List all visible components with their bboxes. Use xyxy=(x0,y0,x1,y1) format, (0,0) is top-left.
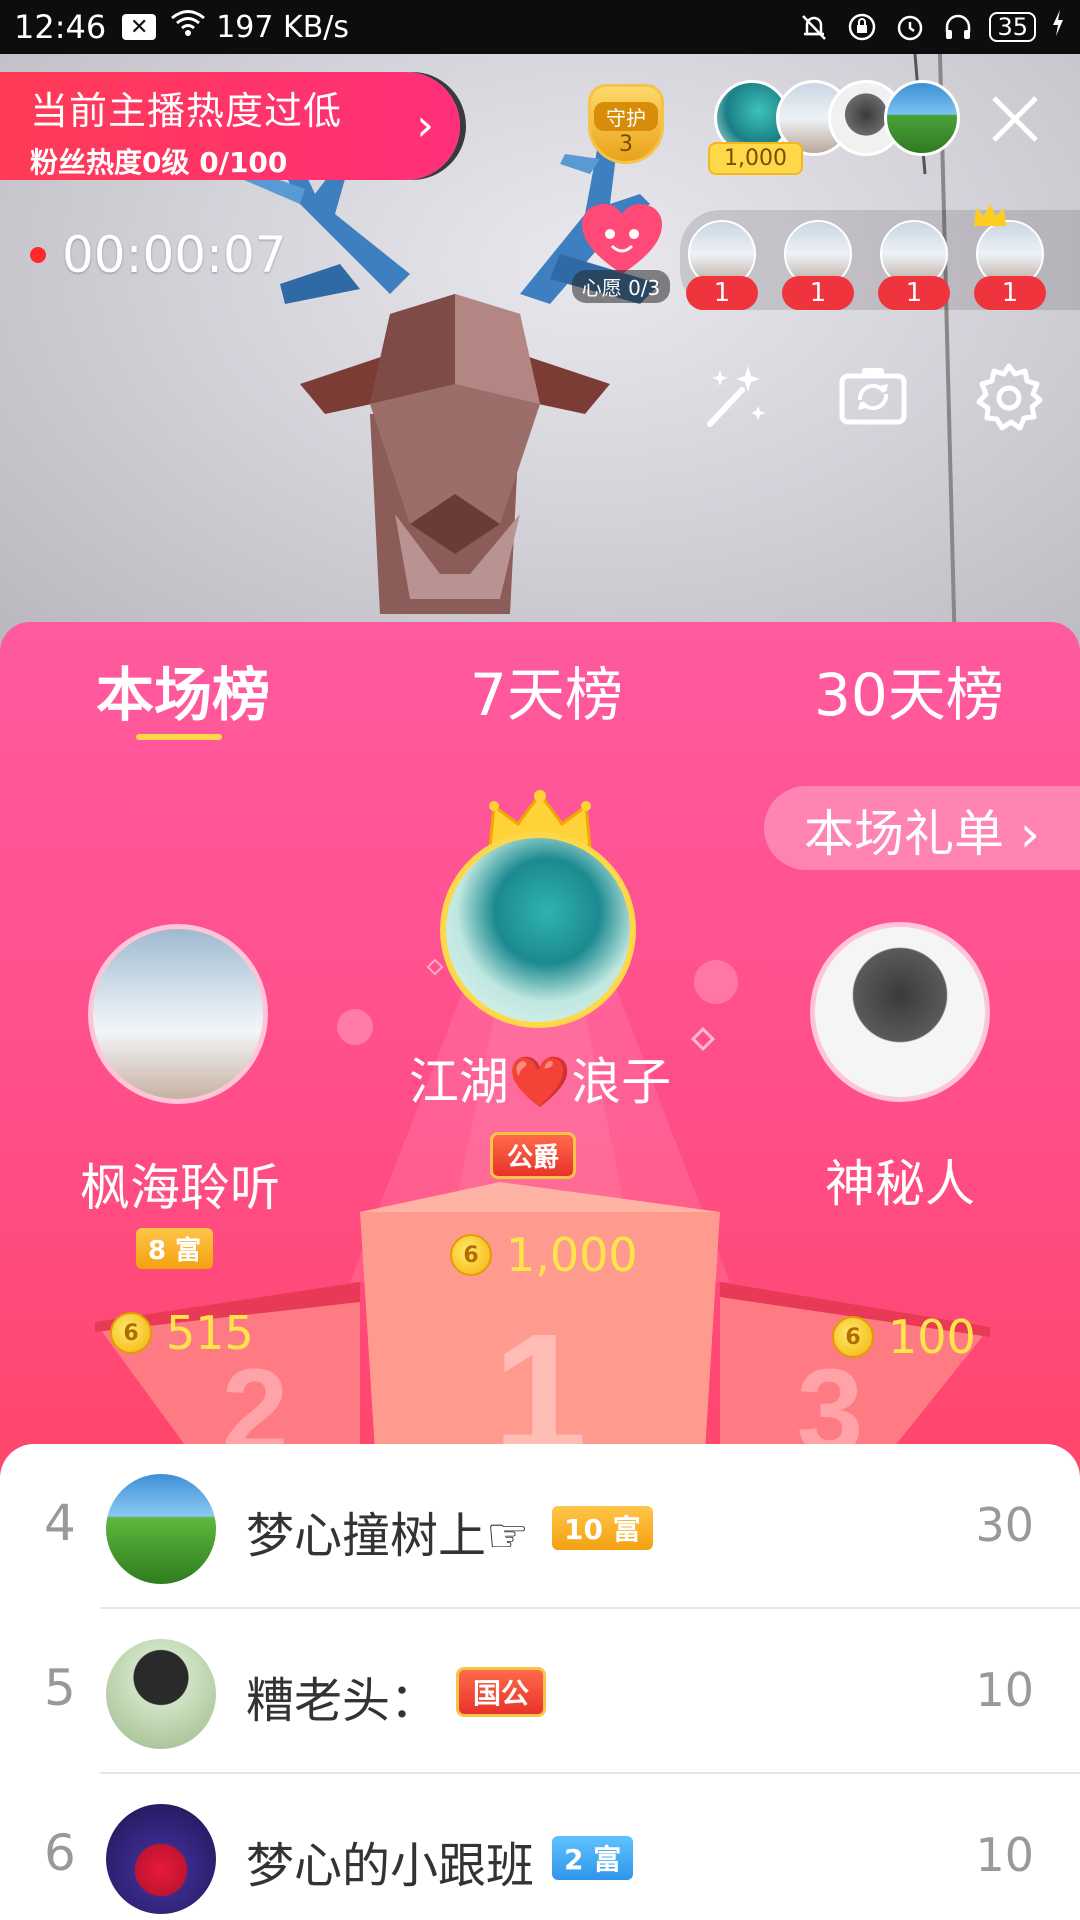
first-place-score-value: 1,000 xyxy=(506,1228,638,1282)
list-rank: 6 xyxy=(44,1824,76,1882)
close-button[interactable] xyxy=(986,90,1044,148)
timer-text: 00:00:07 xyxy=(62,226,287,284)
coin-icon: 6 xyxy=(110,1312,152,1354)
headphones-icon xyxy=(941,10,975,44)
charging-icon xyxy=(1050,8,1066,46)
fan-count: 1 xyxy=(974,276,1046,310)
noble-badge: 国公 xyxy=(456,1667,547,1717)
avatar[interactable] xyxy=(106,1639,216,1749)
list-rank: 4 xyxy=(44,1494,76,1552)
tab-30-days[interactable]: 30天榜 xyxy=(814,648,1004,732)
battery-icon: 35 xyxy=(989,12,1036,42)
active-tab-indicator xyxy=(136,734,222,740)
fan-item[interactable]: 1 xyxy=(974,204,1046,310)
list-item[interactable]: 5 糟老头： 国公 10 xyxy=(0,1609,1080,1774)
fan-count: 1 xyxy=(686,276,758,310)
list-score: 10 xyxy=(975,1663,1034,1717)
close-icon xyxy=(992,96,1038,142)
fan-item[interactable]: 1 xyxy=(878,220,950,310)
second-place-score: 6 515 xyxy=(110,1306,254,1360)
fan-item[interactable]: 1 xyxy=(782,220,854,310)
heat-tip-title: 当前主播热度过低 xyxy=(30,89,343,133)
second-place-score-value: 515 xyxy=(166,1306,254,1360)
third-place-avatar[interactable] xyxy=(810,922,990,1102)
beauty-button[interactable] xyxy=(700,362,770,432)
wifi-icon xyxy=(170,9,206,45)
gift-list-label: 本场礼单 xyxy=(804,805,1004,863)
network-speed: 197 KB/s xyxy=(216,9,350,45)
chevron-right-icon: › xyxy=(416,100,434,151)
list-name: 糟老头： xyxy=(246,1673,439,1729)
ranking-tabs: 本场榜 7天榜 30天榜 xyxy=(0,622,1080,742)
third-place-name: 神秘人 xyxy=(825,1155,975,1213)
fan-heat-level: 粉丝热度0级 0/100 xyxy=(30,146,288,179)
avatar[interactable] xyxy=(106,1474,216,1584)
second-place-name: 枫海聆听 xyxy=(80,1159,280,1217)
magic-wand-icon xyxy=(707,366,765,427)
notification-x-icon: ✕ xyxy=(122,14,157,40)
second-place-avatar[interactable] xyxy=(88,924,268,1104)
fan-count: 1 xyxy=(782,276,854,310)
tab-7-days[interactable]: 7天榜 xyxy=(470,648,623,732)
guard-label: 守护 xyxy=(594,102,658,131)
fan-list: 1 1 1 1 xyxy=(680,204,1080,310)
fan-item[interactable]: 1 xyxy=(686,220,758,310)
list-item[interactable]: 6 梦心的小跟班 2 富 10 xyxy=(0,1774,1080,1920)
live-timer: 00:00:07 xyxy=(30,226,287,284)
list-name: 梦心的小跟班 xyxy=(246,1838,535,1894)
coin-icon: 6 xyxy=(450,1234,492,1276)
heat-too-low-banner[interactable]: 当前主播热度过低 粉丝热度0级 0/100 › xyxy=(0,72,460,180)
third-place-score: 6 100 xyxy=(832,1310,976,1364)
first-place-score: 6 1,000 xyxy=(450,1228,638,1282)
list-name: 梦心撞树上☞ xyxy=(246,1508,530,1564)
third-place-score-value: 100 xyxy=(888,1310,976,1364)
guard-badge[interactable]: 守护 3 xyxy=(580,80,672,172)
svg-text:1: 1 xyxy=(493,1299,588,1452)
status-time: 12:46 xyxy=(14,8,107,46)
avatar[interactable] xyxy=(106,1804,216,1914)
alarm-icon xyxy=(893,10,927,44)
list-score: 10 xyxy=(975,1828,1034,1882)
heart-icon xyxy=(582,204,662,274)
ranking-list: 4 梦心撞树上☞ 10 富 30 5 糟老头： 国公 10 6 梦心的小跟班 2… xyxy=(0,1444,1080,1920)
list-score: 30 xyxy=(975,1498,1034,1552)
wish-button[interactable]: 心愿 0/3 xyxy=(572,204,670,304)
list-rank: 5 xyxy=(44,1659,76,1717)
top-contributor-amount: 1,000 xyxy=(708,142,803,175)
rich-level-badge: 10 富 xyxy=(552,1506,653,1550)
list-item[interactable]: 4 梦心撞树上☞ 10 富 30 xyxy=(0,1444,1080,1609)
status-bar: 12:46 ✕ 197 KB/s 35 xyxy=(0,0,1080,54)
gift-list-button[interactable]: 本场礼单 › xyxy=(764,786,1080,870)
crown-icon xyxy=(974,204,1006,226)
recording-dot-icon xyxy=(30,247,46,263)
settings-button[interactable] xyxy=(974,362,1044,432)
rich-level-badge: 2 富 xyxy=(552,1836,634,1880)
coin-icon: 6 xyxy=(832,1316,874,1358)
camera-flip-icon xyxy=(839,368,907,425)
first-place-avatar[interactable] xyxy=(440,832,636,1028)
svg-text:2: 2 xyxy=(222,1344,289,1452)
rotation-lock-icon xyxy=(845,10,879,44)
fan-count: 1 xyxy=(878,276,950,310)
wish-progress: 心愿 0/3 xyxy=(572,270,670,303)
tab-this-show[interactable]: 本场榜 xyxy=(96,648,270,732)
rich-level-badge: 8 富 xyxy=(136,1228,214,1269)
chevron-right-icon: › xyxy=(1019,805,1040,863)
avatar[interactable] xyxy=(884,80,960,156)
first-place-name: 江湖❤️浪子 xyxy=(408,1053,672,1111)
mute-bell-icon xyxy=(797,10,831,44)
guard-count: 3 xyxy=(619,132,633,157)
noble-badge: 公爵 xyxy=(490,1132,577,1179)
gear-icon xyxy=(976,363,1043,431)
flip-camera-button[interactable] xyxy=(838,362,908,432)
